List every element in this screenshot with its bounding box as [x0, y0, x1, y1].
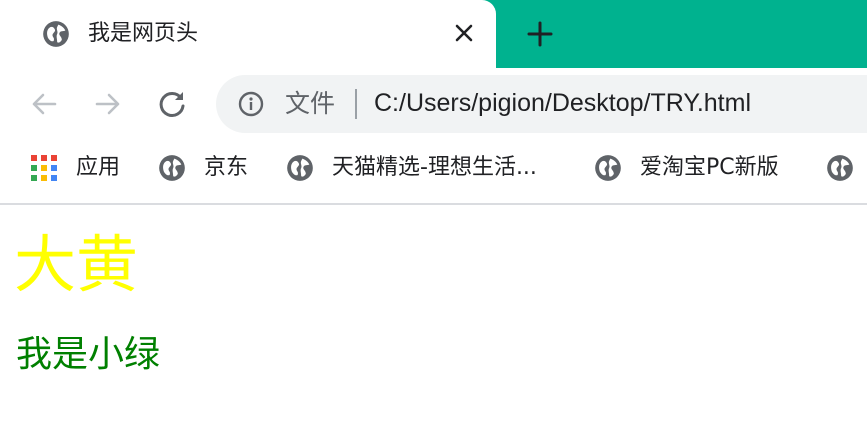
separator	[355, 89, 357, 119]
address-bar[interactable]: 文件 C:/Users/pigion/Desktop/TRY.html	[216, 75, 867, 133]
globe-icon	[43, 21, 69, 47]
info-icon[interactable]	[238, 91, 264, 117]
bookmark-label: 天猫精选-理想生活...	[332, 155, 537, 180]
page-heading: 大黄	[14, 228, 139, 301]
globe-icon	[159, 155, 185, 181]
bookmarks-bar: 应用 京东 天猫精选-理想生活... 爱淘宝PC新版	[0, 140, 867, 205]
globe-icon	[595, 155, 621, 181]
apps-grid-icon	[31, 155, 57, 181]
globe-icon	[827, 155, 853, 181]
bookmark-label: 京东	[204, 155, 249, 180]
bookmark-overflow[interactable]	[826, 152, 867, 184]
plus-icon[interactable]	[526, 20, 554, 48]
active-tab[interactable]: 我是网页头	[0, 0, 496, 68]
scheme-label: 文件	[285, 89, 336, 118]
arrow-right-icon[interactable]	[92, 88, 124, 120]
close-icon[interactable]	[454, 23, 474, 43]
bookmark-label: 爱淘宝PC新版	[640, 155, 779, 180]
page-paragraph: 我是小绿	[16, 334, 161, 375]
page-content: 大黄 我是小绿	[0, 205, 867, 428]
tab-title: 我是网页头	[88, 21, 199, 46]
bookmark-label: 应用	[76, 155, 121, 180]
url-text[interactable]: C:/Users/pigion/Desktop/TRY.html	[374, 85, 751, 121]
reload-icon[interactable]	[156, 88, 188, 120]
toolbar: 文件 C:/Users/pigion/Desktop/TRY.html	[0, 68, 867, 140]
tab-strip: 我是网页头	[0, 0, 867, 68]
arrow-left-icon[interactable]	[28, 88, 60, 120]
globe-icon	[287, 155, 313, 181]
